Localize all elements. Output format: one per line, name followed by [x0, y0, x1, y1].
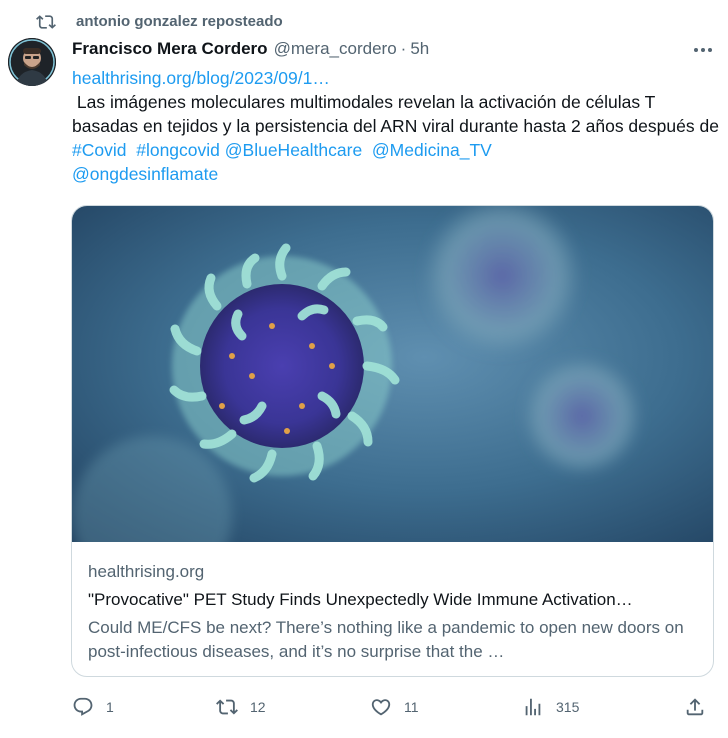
- like-count: 11: [404, 699, 419, 715]
- retweet-button[interactable]: 12: [216, 692, 266, 722]
- timestamp[interactable]: 5h: [410, 39, 429, 59]
- author-name[interactable]: Francisco Mera Cordero: [72, 39, 268, 59]
- separator-dot: ·: [400, 39, 407, 58]
- avatar[interactable]: [8, 38, 56, 86]
- share-icon: [686, 698, 704, 716]
- mention-bluehealthcare[interactable]: @BlueHealthcare: [225, 140, 362, 160]
- card-description: Could ME/CFS be next? There’s nothing li…: [88, 618, 684, 661]
- link-preview-card[interactable]: healthrising.org "Provocative" PET Study…: [71, 205, 714, 677]
- views-button[interactable]: 315: [522, 692, 579, 722]
- share-button[interactable]: [684, 692, 706, 722]
- heart-icon: [371, 699, 391, 716]
- card-title[interactable]: "Provocative" PET Study Finds Unexpected…: [88, 590, 700, 610]
- more-options-icon[interactable]: [690, 38, 716, 62]
- views-icon: [525, 698, 541, 716]
- reply-count: 1: [106, 699, 114, 715]
- like-button[interactable]: 11: [370, 692, 419, 722]
- repost-indicator: antonio gonzalez reposteado: [36, 10, 283, 34]
- card-image[interactable]: [72, 206, 713, 542]
- tweet-text: Las imágenes moleculares multimodales re…: [72, 90, 722, 186]
- hashtag-longcovid[interactable]: #longcovid: [136, 140, 220, 160]
- tweet-actions: 1 12 11 315: [70, 692, 720, 722]
- repost-text[interactable]: antonio gonzalez reposteado: [76, 13, 283, 30]
- views-count: 315: [556, 699, 580, 715]
- mention-ongdesinflamate[interactable]: @ongdesinflamate: [72, 164, 218, 184]
- tweet-link[interactable]: healthrising.org/blog/2023/09/1…: [72, 66, 722, 90]
- tweet-text-main: Las imágenes moleculares multimodales re…: [72, 92, 724, 136]
- repost-icon: [36, 15, 56, 29]
- card-domain: healthrising.org: [88, 562, 205, 581]
- reply-icon: [73, 697, 93, 716]
- author-handle[interactable]: @mera_cordero: [274, 39, 397, 59]
- mention-medicina-tv[interactable]: @Medicina_TV: [372, 140, 492, 160]
- retweet-icon: [216, 699, 238, 715]
- tweet-body: healthrising.org/blog/2023/09/1… Las imá…: [72, 66, 722, 186]
- reply-button[interactable]: 1: [72, 692, 114, 722]
- tweet-header: Francisco Mera Cordero @mera_cordero · 5…: [72, 38, 429, 60]
- retweet-count: 12: [250, 699, 266, 715]
- hashtag-covid[interactable]: #Covid: [72, 140, 126, 160]
